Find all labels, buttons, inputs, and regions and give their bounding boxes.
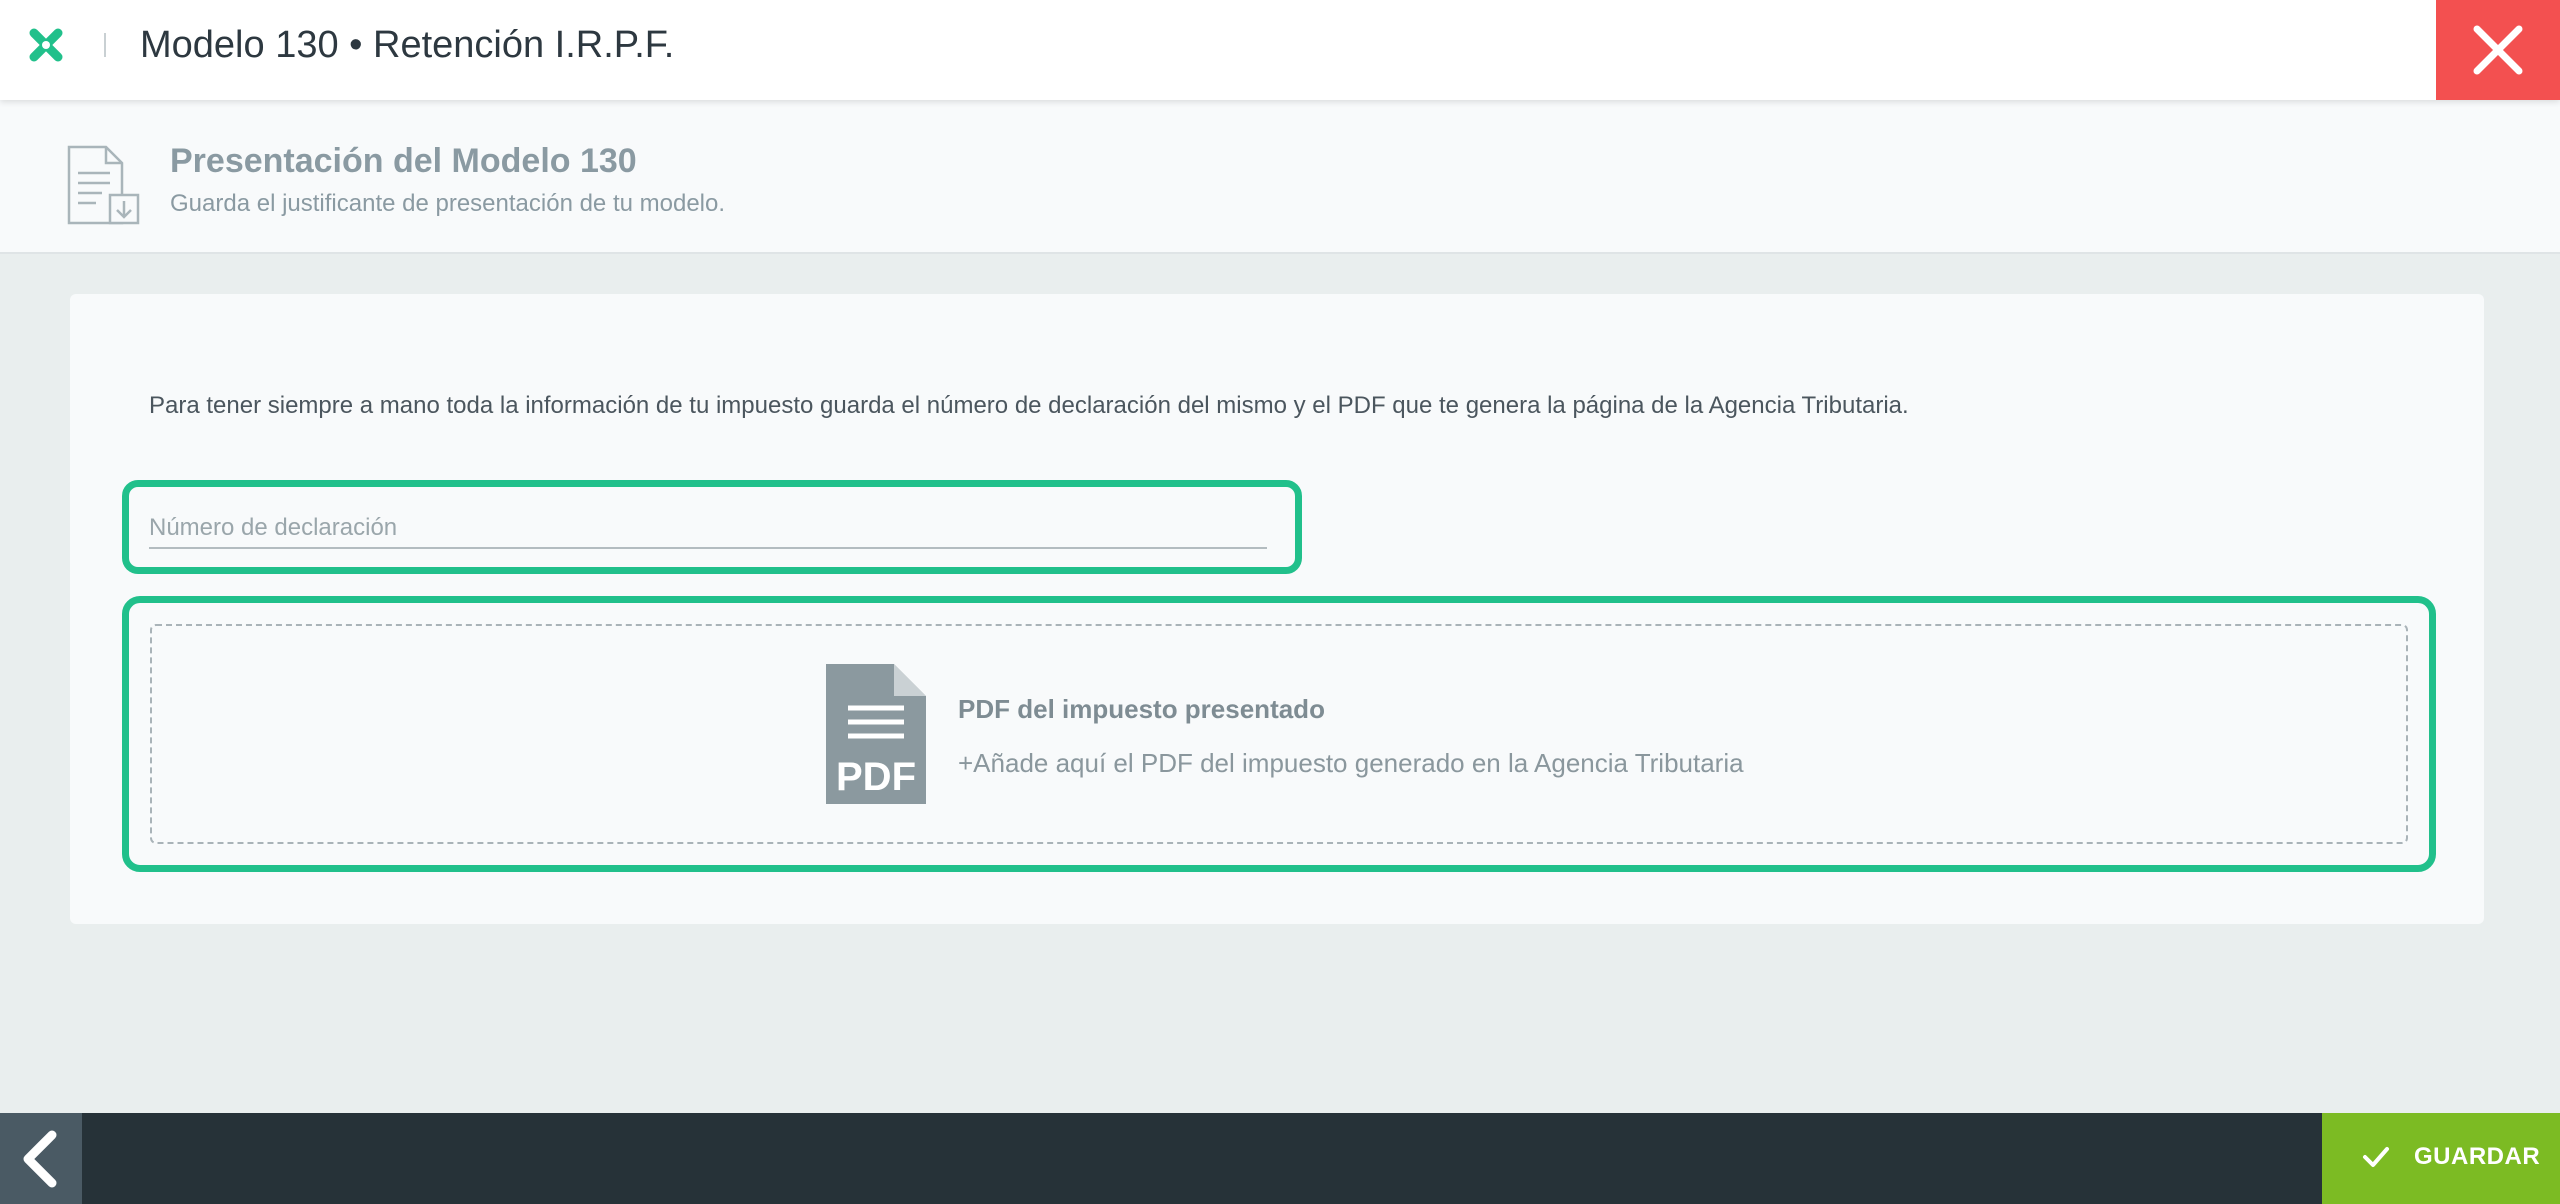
page-title: Modelo 130 • Retención I.R.P.F. [140,24,675,66]
bottom-bar: GUARDAR [0,1113,2560,1204]
declaration-input-highlight [122,480,1302,574]
save-button[interactable]: GUARDAR [2322,1113,2560,1204]
save-button-label: GUARDAR [2414,1143,2541,1170]
chevron-left-icon [23,1130,57,1188]
declaration-number-input[interactable] [149,509,1267,549]
close-button[interactable] [2436,0,2560,100]
check-icon [2363,1147,2389,1167]
close-icon [2473,25,2523,75]
section-title: Presentación del Modelo 130 [170,142,637,180]
document-download-icon [67,145,140,225]
pdf-upload-highlight: PDF PDF del impuesto presentado +Añade a… [122,596,2436,872]
upload-add-link[interactable]: +Añade aquí el PDF del impuesto generado… [958,748,1744,779]
pdf-icon-label: PDF [836,755,916,799]
info-text: Para tener siempre a mano toda la inform… [149,392,1909,419]
section-header: Presentación del Modelo 130 Guarda el ju… [0,100,2560,254]
upload-title: PDF del impuesto presentado [958,694,1325,724]
app-logo-x-icon [29,28,63,62]
back-button[interactable] [0,1113,82,1204]
pdf-file-icon: PDF [826,664,926,804]
header-divider [104,33,106,57]
pdf-dropzone[interactable]: PDF PDF del impuesto presentado +Añade a… [150,624,2408,844]
top-bar: Modelo 130 • Retención I.R.P.F. [0,0,2560,100]
section-subtitle: Guarda el justificante de presentación d… [170,190,726,217]
presentation-card: Para tener siempre a mano toda la inform… [70,294,2484,924]
